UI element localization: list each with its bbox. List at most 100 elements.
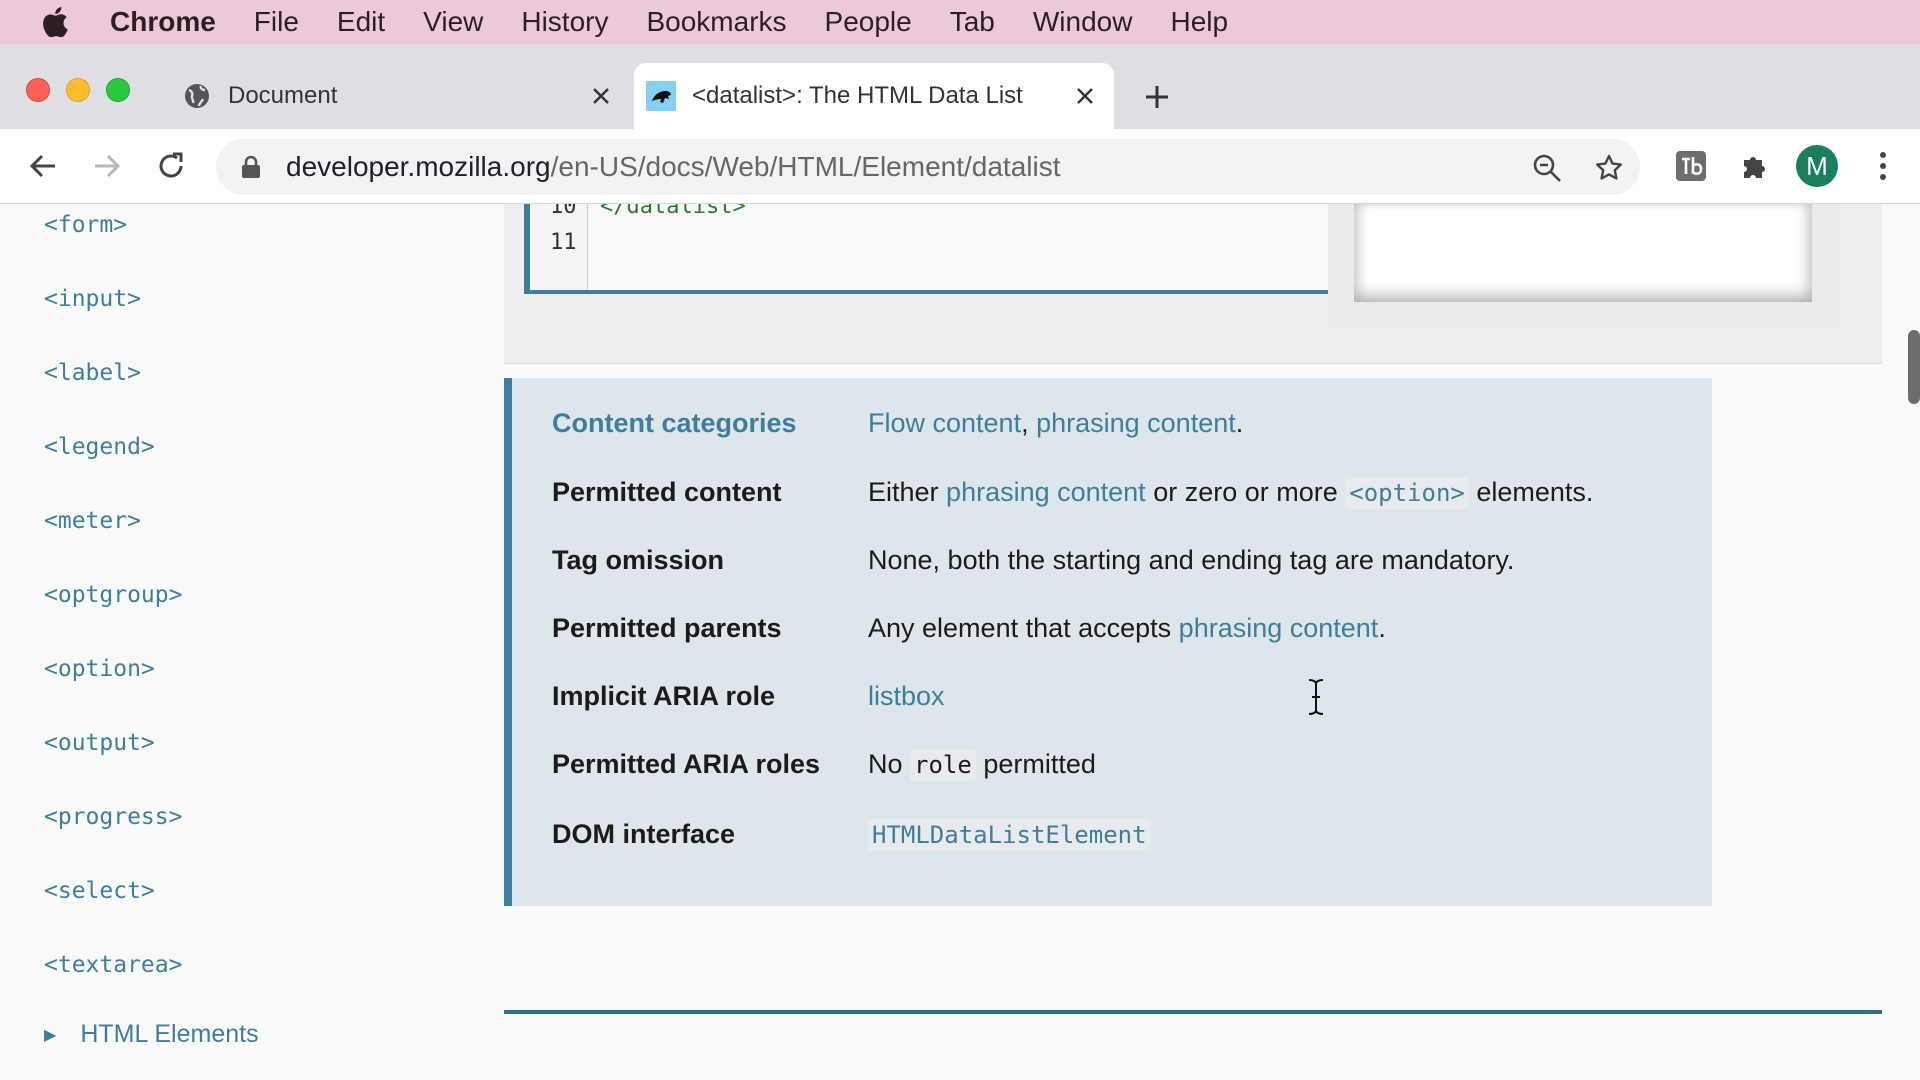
lock-icon[interactable] <box>240 153 262 181</box>
menu-people[interactable]: People <box>825 6 912 38</box>
menu-bookmarks[interactable]: Bookmarks <box>646 6 786 38</box>
period-text: . <box>1378 613 1386 643</box>
property-label: Tag omission <box>552 545 725 575</box>
mdn-dino-icon <box>646 81 676 111</box>
new-tab-button[interactable] <box>1140 80 1174 114</box>
url-text: developer.mozilla.org/en-US/docs/Web/HTM… <box>286 151 1061 183</box>
profile-avatar[interactable]: M <box>1796 145 1838 187</box>
code-line: </datalist> <box>600 204 746 219</box>
output-preview-panel <box>1328 204 1840 328</box>
option-element-link[interactable]: <option> <box>1345 477 1469 509</box>
property-value: HTMLDataListElement <box>868 819 1151 851</box>
phrasing-content-link[interactable]: phrasing content <box>946 477 1146 507</box>
extension-tb-icon[interactable] <box>1672 147 1710 185</box>
menu-tab[interactable]: Tab <box>950 6 995 38</box>
line-number: 11 <box>550 230 577 255</box>
tab-document[interactable]: Document <box>170 63 630 129</box>
sidebar-item-label[interactable]: <label> <box>44 360 141 386</box>
sidebar-item-option[interactable]: <option> <box>44 656 155 682</box>
property-label: Permitted content <box>552 477 782 507</box>
row-content-categories: Content categories Flow content, phrasin… <box>552 408 1702 439</box>
row-permitted-aria-roles: Permitted ARIA roles No role permitted <box>552 749 1702 781</box>
property-value: listbox <box>868 681 945 712</box>
separator-text: , <box>1021 408 1037 438</box>
section-divider <box>504 1010 1882 1014</box>
property-label: Permitted parents <box>552 613 782 643</box>
chrome-menu-icon[interactable] <box>1864 147 1902 185</box>
sidebar-item-select[interactable]: <select> <box>44 878 155 904</box>
value-text: Any element that accepts <box>868 613 1179 643</box>
expand-triangle-icon: ▶ <box>44 1026 57 1044</box>
tab-title: Document <box>228 82 338 109</box>
tab-close-icon[interactable] <box>586 81 616 111</box>
property-value: Any element that accepts phrasing conten… <box>868 613 1386 644</box>
page-content: <form> <input> <label> <legend> <meter> … <box>0 204 1920 1080</box>
row-dom-interface: DOM interface HTMLDataListElement <box>552 819 1702 851</box>
menu-file[interactable]: File <box>254 6 299 38</box>
row-tag-omission: Tag omission None, both the starting and… <box>552 545 1702 576</box>
period-text: . <box>1235 408 1244 438</box>
output-frame <box>1354 204 1812 302</box>
property-value: Flow content, phrasing content. <box>868 408 1243 439</box>
tab-title: <datalist>: The HTML Data List <box>692 82 1023 109</box>
sidebar-item-textarea[interactable]: <textarea> <box>44 952 182 978</box>
phrasing-content-link[interactable]: phrasing content <box>1179 613 1379 643</box>
bookmark-star-icon[interactable] <box>1590 149 1628 187</box>
sidebar-nav: <form> <input> <label> <legend> <meter> … <box>0 204 480 1080</box>
scrollbar-thumb[interactable] <box>1908 330 1920 404</box>
sidebar-item-meter[interactable]: <meter> <box>44 508 141 534</box>
text-cursor-icon <box>1306 678 1326 716</box>
property-label: Implicit ARIA role <box>552 681 776 711</box>
value-text: or zero or more <box>1145 477 1346 507</box>
sidebar-item-form[interactable]: <form> <box>44 212 127 238</box>
forward-button[interactable] <box>88 147 126 185</box>
zoom-icon[interactable] <box>1528 149 1566 187</box>
code-editor[interactable]: 10 </datalist> 11 <box>524 204 1328 294</box>
properties-table: Content categories Flow content, phrasin… <box>504 378 1712 906</box>
row-implicit-aria-role: Implicit ARIA role listbox <box>552 681 1702 712</box>
window-minimize-button[interactable] <box>66 78 90 102</box>
role-code: role <box>910 749 976 781</box>
property-label: DOM interface <box>552 819 736 849</box>
menu-history[interactable]: History <box>521 6 608 38</box>
value-text: permitted <box>975 749 1096 779</box>
property-value: None, both the starting and ending tag a… <box>868 545 1515 575</box>
sidebar-item-output[interactable]: <output> <box>44 730 155 756</box>
reload-button[interactable] <box>152 147 190 185</box>
url-path: /en-US/docs/Web/HTML/Element/datalist <box>550 151 1061 182</box>
menu-view[interactable]: View <box>423 6 483 38</box>
sidebar-item-input[interactable]: <input> <box>44 286 141 312</box>
phrasing-content-link[interactable]: phrasing content <box>1036 408 1236 438</box>
back-button[interactable] <box>24 147 62 185</box>
property-label: Content categories <box>552 408 797 438</box>
sidebar-section-html-elements[interactable]: ▶ HTML Elements <box>44 1020 259 1049</box>
value-text: Either <box>868 477 947 507</box>
menu-edit[interactable]: Edit <box>337 6 385 38</box>
menu-window[interactable]: Window <box>1033 6 1133 38</box>
apple-logo-icon[interactable] <box>40 7 70 37</box>
htmldatalistelement-link[interactable]: HTMLDataListElement <box>868 819 1151 851</box>
extensions-puzzle-icon[interactable] <box>1736 147 1774 185</box>
menu-app-chrome[interactable]: Chrome <box>110 6 216 38</box>
line-number: 10 <box>550 204 577 219</box>
sidebar-item-progress[interactable]: <progress> <box>44 804 182 830</box>
sidebar-item-optgroup[interactable]: <optgroup> <box>44 582 182 608</box>
macos-menu-bar: Chrome File Edit View History Bookmarks … <box>0 0 1920 44</box>
property-value: Either phrasing content or zero or more … <box>868 477 1593 509</box>
row-permitted-parents: Permitted parents Any element that accep… <box>552 613 1702 644</box>
tab-datalist[interactable]: <datalist>: The HTML Data List <box>634 63 1114 129</box>
listbox-link[interactable]: listbox <box>868 681 945 711</box>
sidebar-item-legend[interactable]: <legend> <box>44 434 155 460</box>
property-label: Permitted ARIA roles <box>552 749 821 779</box>
property-value: No role permitted <box>868 749 1096 781</box>
browser-toolbar: developer.mozilla.org/en-US/docs/Web/HTM… <box>0 129 1920 204</box>
address-bar[interactable]: developer.mozilla.org/en-US/docs/Web/HTM… <box>216 139 1640 195</box>
flow-content-link[interactable]: Flow content <box>868 408 1021 438</box>
url-host: developer.mozilla.org <box>286 151 551 182</box>
menu-help[interactable]: Help <box>1170 6 1228 38</box>
window-close-button[interactable] <box>26 78 50 102</box>
tab-close-icon[interactable] <box>1070 81 1100 111</box>
globe-icon <box>182 81 212 111</box>
window-zoom-button[interactable] <box>106 78 130 102</box>
row-permitted-content: Permitted content Either phrasing conten… <box>552 477 1702 509</box>
